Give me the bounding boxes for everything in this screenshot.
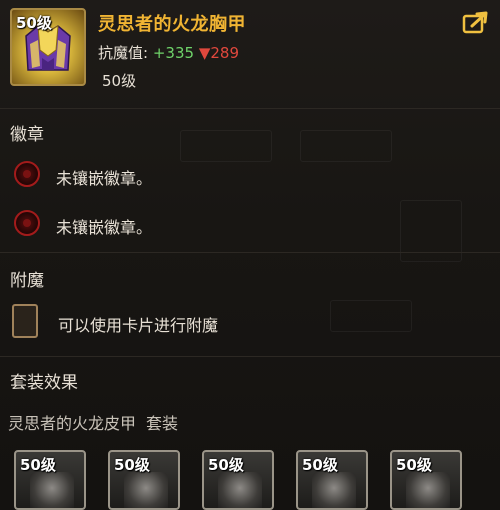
set-name: 灵思者的火龙皮甲	[8, 414, 137, 433]
stat-row: 抗魔值: +335 ▼289	[98, 42, 239, 63]
set-name-row: 灵思者的火龙皮甲 套装	[8, 410, 178, 434]
stat-minus-value: ▼289	[198, 44, 239, 62]
set-piece-slot[interactable]: 50级	[108, 450, 180, 510]
divider	[0, 108, 500, 109]
item-header: 50级 灵思者的火龙胸甲 抗魔值: +335 ▼289 50级	[0, 0, 500, 100]
required-level: 50级	[102, 72, 137, 90]
enchant-section-title: 附魔	[10, 271, 44, 291]
background-ghost	[180, 130, 272, 162]
set-piece-level: 50级	[114, 456, 150, 474]
set-piece-level: 50级	[396, 456, 432, 474]
item-icon[interactable]: 50级	[10, 8, 86, 86]
armor-piece-icon	[124, 472, 168, 508]
card-slot-icon[interactable]	[12, 304, 38, 338]
set-tag: 套装	[146, 414, 179, 433]
background-ghost	[330, 300, 412, 332]
emblem-slot-1-text: 未镶嵌徽章。	[56, 169, 153, 188]
share-icon	[462, 11, 488, 34]
emblem-slot-2-text: 未镶嵌徽章。	[56, 218, 153, 237]
set-piece-slot[interactable]: 50级	[296, 450, 368, 510]
divider	[0, 356, 500, 357]
armor-piece-icon	[312, 472, 356, 508]
stat-plus-value: +335	[152, 44, 195, 62]
enchant-hint: 可以使用卡片进行附魔	[58, 316, 219, 335]
set-piece-level: 50级	[20, 456, 56, 474]
socket-icon[interactable]	[14, 161, 40, 187]
set-piece-slot[interactable]: 50级	[390, 450, 462, 510]
set-piece-level: 50级	[208, 456, 244, 474]
item-level-badge: 50级	[16, 14, 52, 32]
set-piece-slot[interactable]: 50级	[14, 450, 86, 510]
emblem-section-title: 徽章	[10, 125, 44, 145]
divider	[0, 252, 500, 253]
share-button[interactable]	[462, 10, 490, 36]
set-section-title: 套装效果	[10, 373, 78, 393]
armor-piece-icon	[30, 472, 74, 508]
set-piece-level: 50级	[302, 456, 338, 474]
background-ghost	[300, 130, 392, 162]
armor-piece-icon	[218, 472, 262, 508]
item-name: 灵思者的火龙胸甲	[98, 14, 246, 35]
stat-label: 抗魔值:	[98, 44, 149, 62]
set-piece-slot[interactable]: 50级	[202, 450, 274, 510]
armor-piece-icon	[406, 472, 450, 508]
item-tooltip-panel: 50级 灵思者的火龙胸甲 抗魔值: +335 ▼289 50级 徽章 未镶嵌徽章…	[0, 0, 500, 510]
socket-icon[interactable]	[14, 210, 40, 236]
